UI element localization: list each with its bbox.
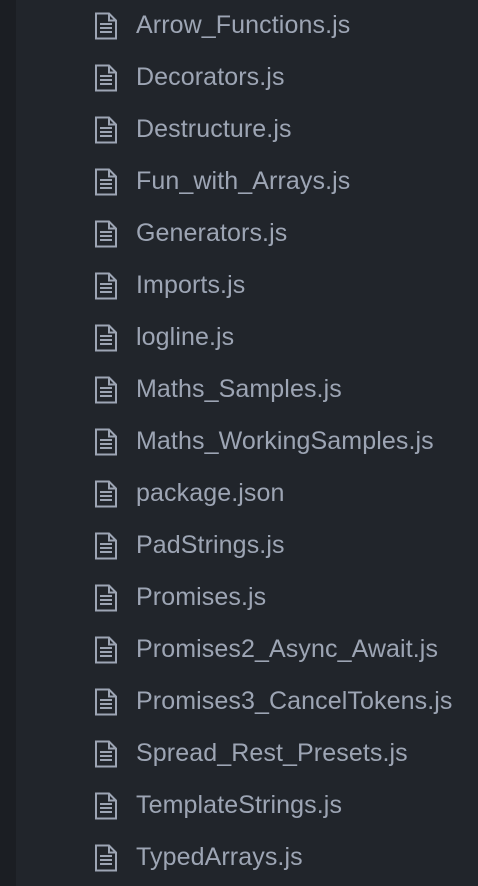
file-item[interactable]: Destructure.js [16, 104, 478, 156]
file-item[interactable]: package.json [16, 468, 478, 520]
file-text-icon [94, 532, 118, 560]
file-item[interactable]: Imports.js [16, 260, 478, 312]
file-text-icon [94, 220, 118, 248]
file-text-icon [94, 480, 118, 508]
file-item[interactable]: Maths_WorkingSamples.js [16, 416, 478, 468]
file-text-icon [94, 168, 118, 196]
file-item[interactable]: Maths_Samples.js [16, 364, 478, 416]
file-item[interactable]: Decorators.js [16, 52, 478, 104]
file-name: Maths_WorkingSamples.js [136, 426, 434, 455]
file-item[interactable]: TemplateStrings.js [16, 780, 478, 832]
file-text-icon [94, 116, 118, 144]
file-text-icon [94, 376, 118, 404]
file-text-icon [94, 428, 118, 456]
file-item[interactable]: PadStrings.js [16, 520, 478, 572]
file-list: Arrow_Functions.js Decorators.js Destruc… [16, 0, 478, 886]
file-name: Arrow_Functions.js [136, 10, 351, 39]
file-name: Promises2_Async_Await.js [136, 634, 439, 663]
file-text-icon [94, 584, 118, 612]
file-name: TypedArrays.js [136, 842, 303, 871]
file-text-icon [94, 636, 118, 664]
file-item[interactable]: logline.js [16, 312, 478, 364]
file-name: Generators.js [136, 218, 288, 247]
file-name: PadStrings.js [136, 530, 285, 559]
file-item[interactable]: Arrow_Functions.js [16, 0, 478, 52]
file-text-icon [94, 792, 118, 820]
file-text-icon [94, 688, 118, 716]
file-item[interactable]: Promises.js [16, 572, 478, 624]
file-name: TemplateStrings.js [136, 790, 343, 819]
panel-gutter [0, 0, 16, 886]
file-name: Imports.js [136, 270, 246, 299]
tree-view-panel: Arrow_Functions.js Decorators.js Destruc… [0, 0, 478, 886]
file-text-icon [94, 272, 118, 300]
file-text-icon [94, 12, 118, 40]
file-item[interactable]: Spread_Rest_Presets.js [16, 728, 478, 780]
file-name: Spread_Rest_Presets.js [136, 738, 408, 767]
file-text-icon [94, 324, 118, 352]
file-item[interactable]: TypedArrays.js [16, 832, 478, 884]
file-item[interactable]: Fun_with_Arrays.js [16, 156, 478, 208]
file-text-icon [94, 740, 118, 768]
file-item[interactable]: Promises2_Async_Await.js [16, 624, 478, 676]
file-name: Promises3_CancelTokens.js [136, 686, 453, 715]
file-name: Maths_Samples.js [136, 374, 342, 403]
file-name: package.json [136, 478, 285, 507]
file-name: logline.js [136, 322, 235, 351]
file-name: Decorators.js [136, 62, 285, 91]
file-item[interactable]: Generators.js [16, 208, 478, 260]
file-text-icon [94, 844, 118, 872]
file-item[interactable]: Promises3_CancelTokens.js [16, 676, 478, 728]
file-name: Promises.js [136, 582, 267, 611]
file-name: Destructure.js [136, 114, 292, 143]
file-name: Fun_with_Arrays.js [136, 166, 351, 195]
file-text-icon [94, 64, 118, 92]
